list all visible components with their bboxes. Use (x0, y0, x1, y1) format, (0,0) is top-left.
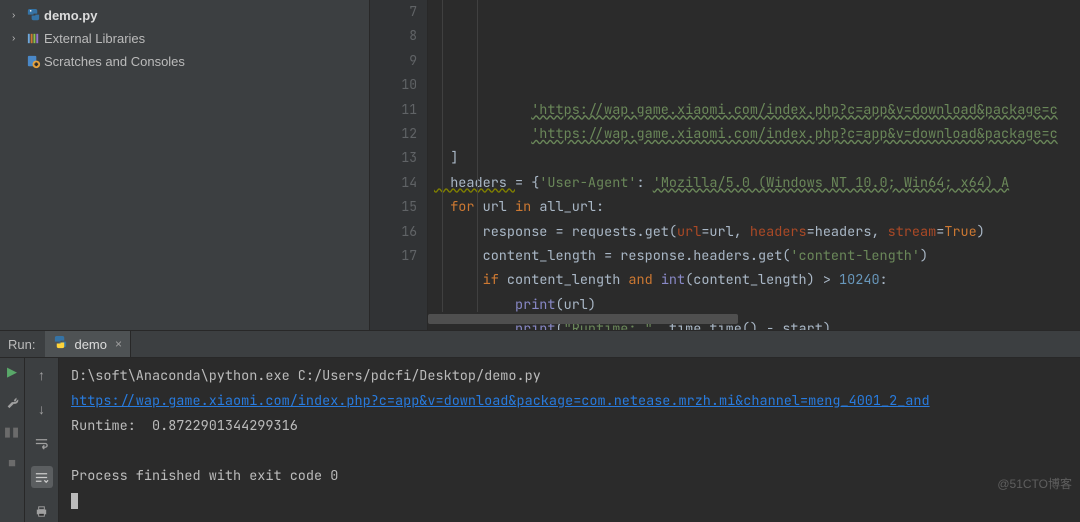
code-line[interactable]: 'https://wap.game.xiaomi.com/index.php?c… (434, 98, 1080, 122)
editor-horizontal-scrollbar[interactable] (428, 314, 1076, 324)
tree-item-label: Scratches and Consoles (44, 54, 185, 69)
run-tab-demo[interactable]: demo × (45, 331, 131, 357)
run-tool-window: Run: demo × ▶ ▮▮ ■ ↑ ↓ (0, 330, 1080, 522)
run-label: Run: (0, 337, 45, 352)
editor-code-area[interactable]: 'https://wap.game.xiaomi.com/index.php?c… (428, 0, 1080, 330)
tree-item-label: External Libraries (44, 31, 145, 46)
gutter-line-number[interactable]: 15 (370, 195, 417, 219)
console-line: https://wap.game.xiaomi.com/index.php?c=… (71, 389, 1080, 414)
gutter-line-number[interactable]: 16 (370, 220, 417, 244)
run-icon[interactable]: ▶ (4, 364, 20, 380)
run-tool-header: Run: demo × (0, 331, 1080, 358)
code-line[interactable]: 'https://wap.game.xiaomi.com/index.php?c… (434, 122, 1080, 146)
run-tab-label: demo (74, 337, 107, 352)
gutter-line-number[interactable]: 13 (370, 146, 417, 170)
code-line[interactable]: response = requests.get(url=url, headers… (434, 220, 1080, 244)
libraries-icon (26, 31, 44, 46)
scratches-icon (26, 54, 44, 69)
code-line[interactable]: content_length = response.headers.get('c… (434, 244, 1080, 268)
console-line (71, 439, 1080, 464)
python-icon (53, 335, 68, 353)
gutter-line-number[interactable]: 14 (370, 171, 417, 195)
project-tree-item-external-libraries[interactable]: › External Libraries (0, 27, 369, 50)
run-toolbar-nav: ↑ ↓ (25, 358, 59, 522)
scrollbar-thumb[interactable] (428, 314, 738, 324)
gutter-line-number[interactable]: 7 (370, 0, 417, 24)
python-file-icon (26, 8, 44, 23)
gutter-line-number[interactable]: 9 (370, 49, 417, 73)
gutter-line-number[interactable]: 8 (370, 24, 417, 48)
chevron-right-icon: › (12, 10, 26, 21)
stop-icon[interactable]: ■ (4, 454, 20, 470)
run-toolbar-left: ▶ ▮▮ ■ (0, 358, 25, 522)
gutter-line-number[interactable]: 12 (370, 122, 417, 146)
arrow-down-icon[interactable]: ↓ (31, 398, 53, 420)
soft-wrap-icon[interactable] (31, 432, 53, 454)
code-editor[interactable]: 7891011121314151617 'https://wap.game.xi… (370, 0, 1080, 330)
close-icon[interactable]: × (115, 337, 122, 351)
code-line[interactable]: for url in all_url: (434, 195, 1080, 219)
pause-icon[interactable]: ▮▮ (4, 424, 20, 440)
arrow-up-icon[interactable]: ↑ (31, 364, 53, 386)
console-link[interactable]: https://wap.game.xiaomi.com/index.php?c=… (71, 392, 930, 410)
code-line[interactable]: ] (434, 146, 1080, 170)
console-line: D:\soft\Anaconda\python.exe C:/Users/pdc… (71, 364, 1080, 389)
gutter-line-number[interactable]: 17 (370, 244, 417, 268)
watermark-text: @51CTO博客 (997, 475, 1072, 492)
console-line: Runtime: 0.8722901344299316 (71, 414, 1080, 439)
console-cursor (71, 493, 78, 509)
console-line: Process finished with exit code 0 (71, 464, 1080, 489)
gutter-line-number[interactable]: 11 (370, 98, 417, 122)
wrench-icon[interactable] (4, 394, 20, 410)
project-tree-item-scratches[interactable]: Scratches and Consoles (0, 50, 369, 73)
scroll-to-end-icon[interactable] (31, 466, 53, 488)
print-icon[interactable] (31, 500, 53, 522)
project-tool-window[interactable]: › demo.py › External Libraries Scratches… (0, 0, 370, 330)
tree-item-label: demo.py (44, 8, 97, 23)
code-line[interactable]: headers = {'User-Agent': 'Mozilla/5.0 (W… (434, 171, 1080, 195)
project-tree-item-demo[interactable]: › demo.py (0, 4, 369, 27)
console-output[interactable]: D:\soft\Anaconda\python.exe C:/Users/pdc… (59, 358, 1080, 522)
code-line[interactable]: if content_length and int(content_length… (434, 268, 1080, 292)
chevron-right-icon: › (12, 33, 26, 44)
gutter-line-number[interactable]: 10 (370, 73, 417, 97)
editor-gutter[interactable]: 7891011121314151617 (370, 0, 428, 330)
